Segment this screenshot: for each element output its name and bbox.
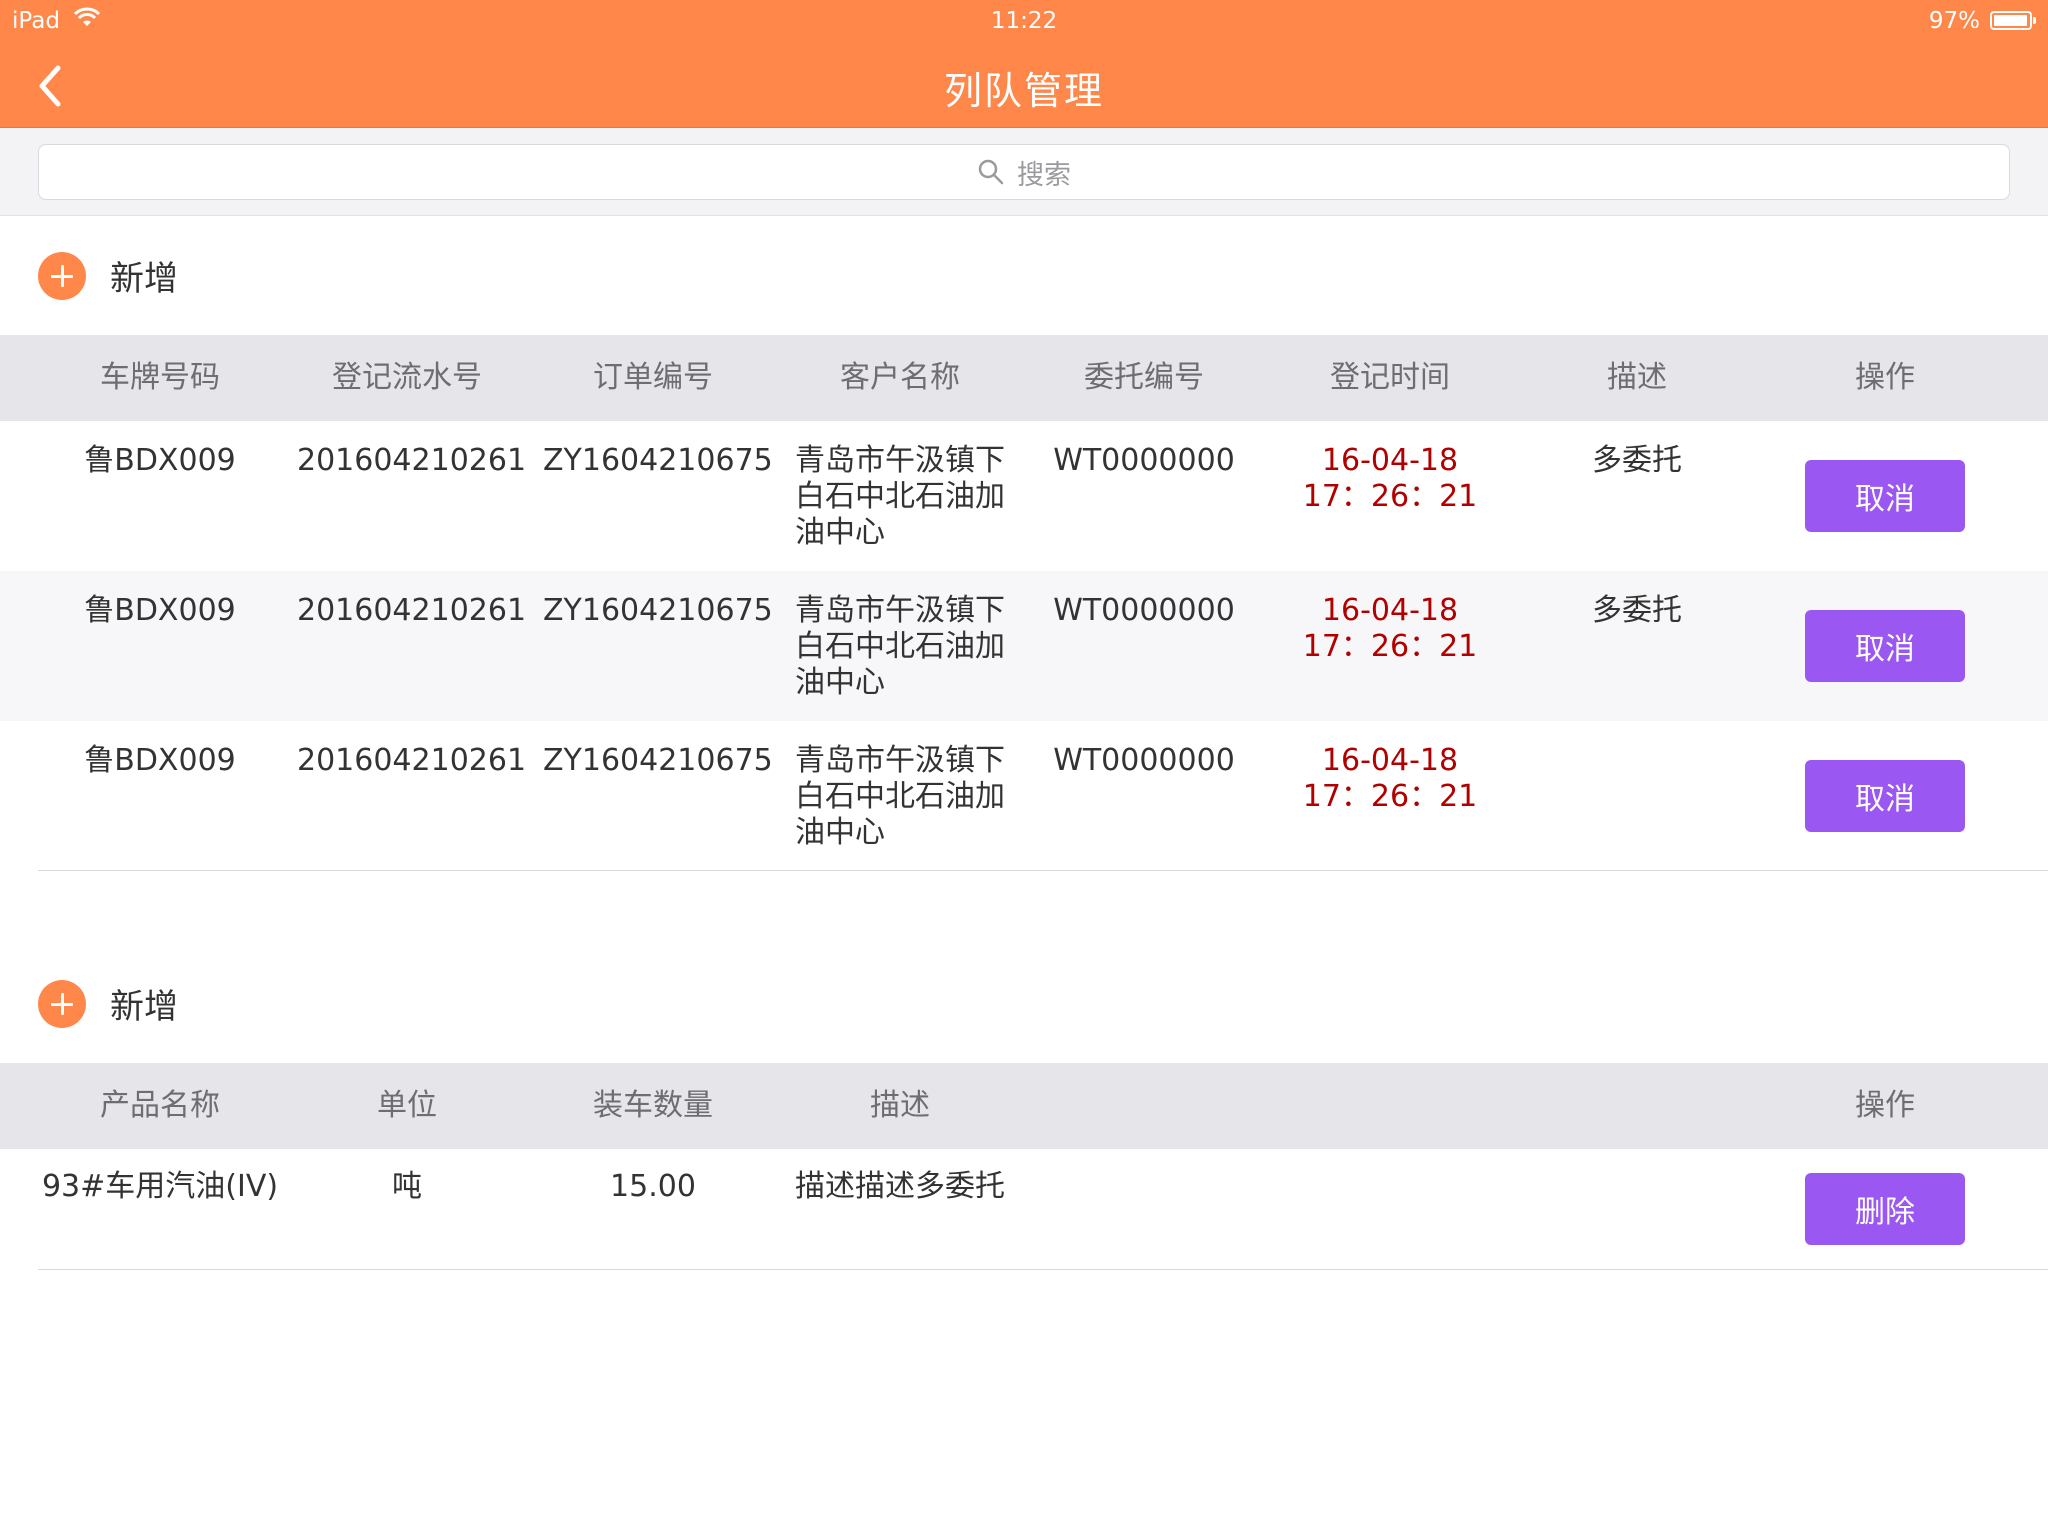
customer-line: 油中心 <box>795 515 885 550</box>
cell-order: ZY1604210675 <box>543 593 773 628</box>
col-header-product-desc: 描述 <box>870 1088 930 1123</box>
divider <box>38 870 2048 871</box>
cell-plate: 鲁BDX009 <box>84 443 236 478</box>
search-box[interactable]: 搜索 <box>38 144 2010 200</box>
battery-percent: 97% <box>1928 8 1980 34</box>
customer-line: 青岛市午汲镇下 <box>795 593 1005 628</box>
delete-button[interactable]: 删除 <box>1805 1173 1965 1245</box>
cell-plate: 鲁BDX009 <box>84 743 236 778</box>
plus-icon <box>38 979 86 1028</box>
col-header-entrust: 委托编号 <box>1084 360 1204 395</box>
cell-product-name: 93#车用汽油(IV) <box>41 1169 279 1204</box>
col-header-time: 登记时间 <box>1330 360 1450 395</box>
col-header-serial: 登记流水号 <box>332 360 482 395</box>
cell-time: 16-04-18 17：26：21 <box>1280 593 1500 665</box>
cell-customer: 青岛市午汲镇下 白石中北石油加 油中心 <box>795 593 1015 701</box>
col-header-unit: 单位 <box>377 1088 437 1123</box>
cell-entrust: WT0000000 <box>1053 443 1235 478</box>
cell-desc: 多委托 <box>1592 593 1682 628</box>
cancel-button[interactable]: 取消 <box>1805 760 1965 832</box>
cell-entrust: WT0000000 <box>1053 593 1235 628</box>
time-date: 16-04-18 <box>1321 593 1459 628</box>
add-product-label: 新增 <box>110 987 178 1027</box>
cell-serial: 201604210261 <box>297 593 527 628</box>
cell-time: 16-04-18 17：26：21 <box>1280 443 1500 515</box>
add-queue-button[interactable]: 新增 <box>38 251 178 300</box>
col-header-action: 操作 <box>1855 360 1915 395</box>
col-header-plate: 车牌号码 <box>100 360 220 395</box>
time-date: 16-04-18 <box>1321 743 1459 778</box>
time-clock: 17：26：21 <box>1302 629 1478 664</box>
cell-unit: 吨 <box>392 1169 422 1204</box>
cell-customer: 青岛市午汲镇下 白石中北石油加 油中心 <box>795 443 1015 551</box>
plus-icon <box>38 251 86 300</box>
customer-line: 青岛市午汲镇下 <box>795 443 1005 478</box>
col-header-product: 产品名称 <box>100 1088 220 1123</box>
add-product-button[interactable]: 新增 <box>38 979 178 1028</box>
nav-header: iPad 11:22 97% 列队管理 <box>0 0 2048 128</box>
table-row: 鲁BDX009 201604210261 ZY1604210675 青岛市午汲镇… <box>0 571 2048 721</box>
customer-line: 油中心 <box>795 815 885 850</box>
cell-product-desc: 描述描述多委托 <box>795 1169 1005 1204</box>
customer-line: 青岛市午汲镇下 <box>795 743 1005 778</box>
search-bar: 搜索 <box>0 128 2048 216</box>
customer-line: 白石中北石油加 <box>795 779 1005 814</box>
cell-entrust: WT0000000 <box>1053 743 1235 778</box>
cancel-button[interactable]: 取消 <box>1805 610 1965 682</box>
product-table-header: 产品名称 单位 装车数量 描述 操作 <box>0 1063 2048 1149</box>
table-row: 鲁BDX009 201604210261 ZY1604210675 青岛市午汲镇… <box>0 721 2048 871</box>
customer-line: 油中心 <box>795 665 885 700</box>
col-header-customer: 客户名称 <box>840 360 960 395</box>
add-queue-label: 新增 <box>110 259 178 299</box>
queue-table-header: 车牌号码 登记流水号 订单编号 客户名称 委托编号 登记时间 描述 操作 <box>0 335 2048 421</box>
col-header-quantity: 装车数量 <box>593 1088 713 1123</box>
status-bar: iPad 11:22 97% <box>0 0 2048 40</box>
cell-time: 16-04-18 17：26：21 <box>1280 743 1500 815</box>
cancel-button[interactable]: 取消 <box>1805 460 1965 532</box>
battery-icon <box>1990 11 2036 30</box>
cell-quantity: 15.00 <box>610 1169 696 1204</box>
cell-order: ZY1604210675 <box>543 443 773 478</box>
time-clock: 17：26：21 <box>1302 779 1478 814</box>
time-clock: 17：26：21 <box>1302 479 1478 514</box>
cell-customer: 青岛市午汲镇下 白石中北石油加 油中心 <box>795 743 1015 851</box>
table-row: 93#车用汽油(IV) 吨 15.00 描述描述多委托 删除 <box>0 1149 2048 1269</box>
cell-desc: 多委托 <box>1592 443 1682 478</box>
cell-serial: 201604210261 <box>297 743 527 778</box>
cell-serial: 201604210261 <box>297 443 527 478</box>
cell-order: ZY1604210675 <box>543 743 773 778</box>
customer-line: 白石中北石油加 <box>795 479 1005 514</box>
time-date: 16-04-18 <box>1321 443 1459 478</box>
divider <box>38 1269 2048 1270</box>
col-header-product-action: 操作 <box>1855 1088 1915 1123</box>
status-time: 11:22 <box>990 8 1058 34</box>
page-title: 列队管理 <box>943 69 1104 113</box>
col-header-desc: 描述 <box>1607 360 1667 395</box>
search-input[interactable] <box>39 145 2009 199</box>
customer-line: 白石中北石油加 <box>795 629 1005 664</box>
cell-plate: 鲁BDX009 <box>84 593 236 628</box>
table-row: 鲁BDX009 201604210261 ZY1604210675 青岛市午汲镇… <box>0 421 2048 571</box>
col-header-order: 订单编号 <box>593 360 713 395</box>
